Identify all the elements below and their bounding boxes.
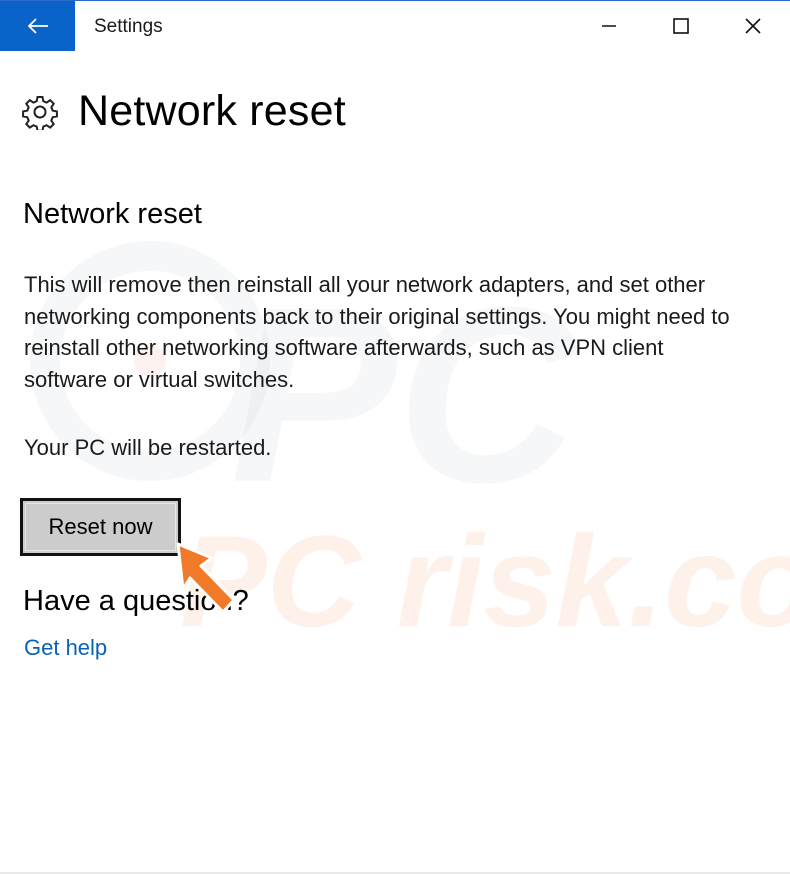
restart-note: Your PC will be restarted. (24, 435, 272, 460)
title-bar: Settings (0, 1, 790, 51)
page-header: Network reset (22, 87, 346, 136)
back-button[interactable] (0, 1, 75, 51)
window-title: Settings (94, 16, 163, 37)
gear-icon (22, 95, 58, 130)
watermark-text: PC risk.com (180, 508, 790, 654)
back-arrow-icon (27, 18, 48, 34)
maximize-button[interactable] (645, 1, 717, 51)
description-text: This will remove then reinstall all your… (24, 272, 730, 392)
reset-now-label: Reset now (48, 514, 153, 539)
reset-now-button[interactable]: Reset now (20, 498, 181, 556)
section-title: Network reset (23, 198, 202, 230)
maximize-icon (673, 18, 689, 34)
minimize-icon (602, 25, 616, 27)
page-title: Network reset (78, 87, 346, 135)
close-icon (745, 18, 761, 34)
close-button[interactable] (717, 1, 789, 51)
minimize-button[interactable] (573, 1, 645, 51)
get-help-link[interactable]: Get help (24, 635, 107, 661)
settings-window: PC PC risk.com Settings (0, 0, 790, 874)
help-section-title: Have a question? (23, 585, 249, 617)
